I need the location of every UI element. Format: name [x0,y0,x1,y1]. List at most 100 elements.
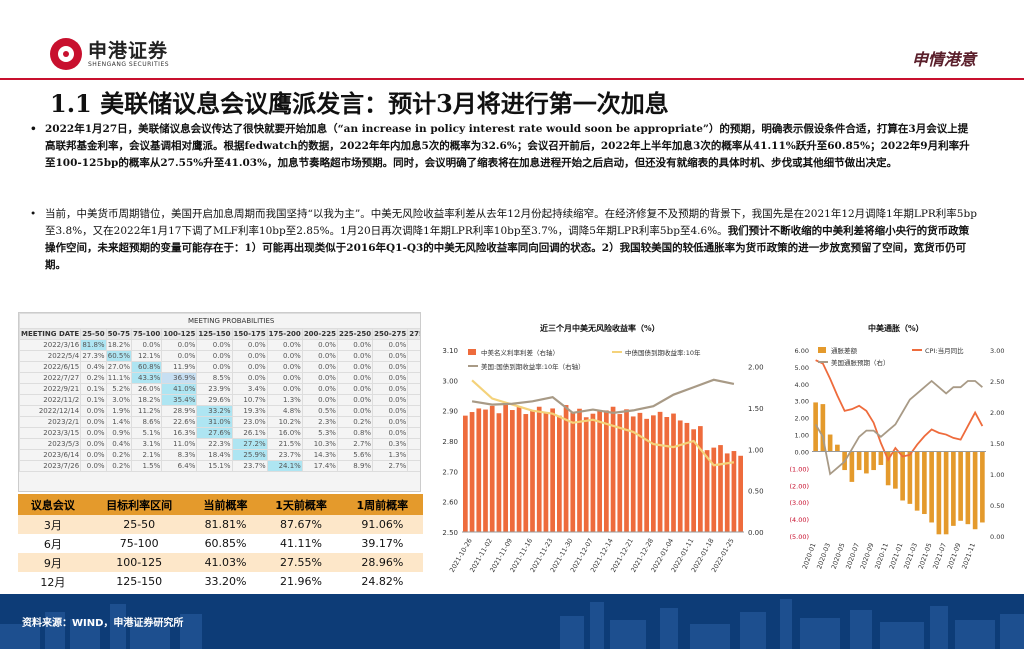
prob-cell: 0.0% [301,361,338,373]
prob-row: 2023/5/3 0.0% 0.4% 3.1% 11.0% 22.3% 27.2% 21.5%… [19,438,420,450]
prob-cell: 0.4% [105,438,132,450]
prob-cell: 1.3% [372,449,409,461]
prob-cell: 0.0% [80,449,107,461]
summary-cell: 125-150 [116,575,163,588]
summary-row: 9月 100-125 41.03% 27.55% 28.96% [18,553,423,572]
legend-label: 美国:国债到期收益率:10年（右轴） [481,362,585,371]
prob-cell: 2022/11/2 [19,394,82,406]
prob-cell: 8.3% [161,449,198,461]
right-tick-label: 3.00 [990,347,1004,355]
prob-header-cell: 75-100 [130,328,163,340]
prob-cell: 18.2% [130,394,163,406]
spread-bar [617,414,623,532]
prob-cell: 2023/2/1 [19,416,82,428]
slide-title: 1.1 美联储议息会议鹰派发言：预计3月将进行第一次加息 [50,89,669,118]
prob-cell: 0.0% [80,416,107,428]
legend-label: 中美名义利率利差（右轴） [481,348,559,357]
prob-cell: 0.2% [105,449,132,461]
prob-header-cell: MEETING DATE [19,328,82,340]
prob-cell: 0.0% [336,339,374,351]
right-tick-label: 2.50 [990,378,1004,386]
right-tick-label: 0.00 [990,533,1004,541]
right-tick-label: 1.50 [990,440,1004,448]
prob-row: 2022/5/4 27.3% 60.5% 12.1% 0.0% 0.0% 0.0% 0.0% 0… [19,350,420,362]
summary-cell: 6月 [43,537,62,551]
prob-cell: 0.0% [196,361,233,373]
prob-cell: 33.2% [196,405,233,417]
spread-bar [624,409,629,532]
inflation-gap-bar [835,444,840,452]
prob-row: 2022/3/16 81.8% 18.2% 0.0% 0.0% 0.0% 0.0% 0.0% 0… [19,339,420,351]
prob-cell: 81.8% [80,339,107,351]
summary-header-cell: 1天前概率 [260,494,342,515]
prob-cell: 6.4% [161,460,198,472]
prob-cell: 1.3% [266,394,303,406]
prob-cell: 23.7% [266,449,303,461]
spread-bar [463,415,468,532]
summary-cell: 25-50 [87,515,191,534]
right-tick-label: 1.00 [748,446,764,454]
spread-bar [503,402,508,532]
inflation-gap-bar [893,451,898,489]
left-tick-label: 2.70 [442,468,458,476]
inflation-gap-bar [922,451,927,515]
prob-cell: 24.1% [266,460,303,472]
left-tick-label: 2.00 [795,415,809,423]
spread-bar [711,447,717,532]
prob-cell: 11.0% [161,438,198,450]
prob-cell: 22.3% [196,438,233,450]
inflation-gap-bar [864,451,869,474]
prob-cell: 2023/7/26 [19,460,82,472]
cn-cpi-line [815,359,984,462]
prob-cell: 60.8% [130,361,163,373]
prob-cell: 0.0% [301,383,338,395]
prob-cell: 0.0% [301,339,338,351]
left-tick-label: 4.00 [795,381,809,389]
prob-cell: 10.7% [231,394,268,406]
prob-cell: 23.0% [231,416,268,428]
summary-cell: 81.81% [190,515,261,534]
inflation-gap-bar [871,451,876,471]
prob-cell: 3.4% [231,383,268,395]
spread-bar [469,412,475,532]
prob-row: 2023/7/26 0.0% 0.2% 1.5% 6.4% 15.1% 23.7% 24.1%… [19,460,420,472]
right-tick-label: 2.00 [990,409,1004,417]
spread-bar [671,413,676,532]
prob-cell: 0.2% [336,416,374,428]
prob-cell: 3.0% [105,394,132,406]
spread-bar [657,411,663,532]
prob-cell: 23.7% [231,460,268,472]
inflation-gap-bar [951,451,956,526]
right-tick-label: 1.00 [990,471,1004,479]
summary-cell: 12月 [40,575,66,589]
prob-cell: 0.2% [407,449,420,461]
prob-cell: 0.0% [407,361,420,373]
prob-cell: 0.0% [407,416,420,428]
brand-logo: 申港证券 SHENGANG SECURITIES [50,38,169,70]
prob-cell: 0.0% [266,339,303,351]
inflation-gap-bar [914,451,920,511]
prob-cell: 0.0% [266,361,303,373]
rate-summary-table: 议息会议 目标利率区间 当前概率 1天前概率 1周前概率 3月 25-50 81.81% 87… [18,494,423,591]
prob-cell: 29.6% [196,394,233,406]
summary-cell: 91.06% [341,515,423,534]
summary-cell: 39.17% [361,537,404,550]
prob-row: 2022/11/2 0.1% 3.0% 18.2% 35.4% 29.6% 10.7% 1.3… [19,394,420,406]
spread-bar [523,414,529,532]
inflation-gap-bar [958,451,963,521]
prob-cell: 2.1% [130,449,163,461]
prob-cell: 5.1% [130,427,163,439]
prob-cell: 28.9% [161,405,198,417]
prob-cell: 2023/6/14 [19,449,82,461]
right-tick-label: 1.50 [748,405,764,413]
spread-bar [510,410,515,532]
prob-cell: 0.0% [407,383,420,395]
spread-bar [516,406,522,532]
prob-cell: 10.2% [266,416,303,428]
chart2-title: 中美通胀（%） [868,323,924,333]
prob-cell: 2022/12/14 [19,405,82,417]
prob-row: 2022/6/15 0.4% 27.0% 60.8% 11.9% 0.0% 0.0% 0.0%… [19,361,420,373]
prob-cell: 0.0% [336,350,374,362]
prob-header-cell: 125-150 [196,328,233,340]
prob-cell: 0.8% [336,427,374,439]
